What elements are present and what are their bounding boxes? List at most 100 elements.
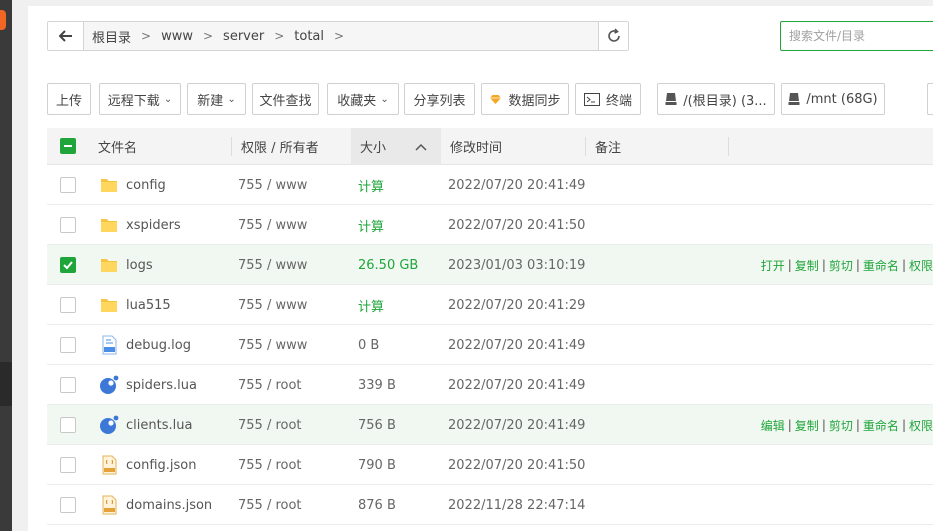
row-checkbox[interactable] (60, 337, 76, 353)
chevron-right-icon: > (334, 29, 345, 43)
upload-button[interactable]: 上传 (47, 83, 91, 115)
file-size[interactable]: 26.50 GB (358, 245, 418, 285)
sidebar-accent[interactable] (0, 10, 6, 30)
table-row[interactable]: clients.lua 755 / root 756 B 2022/07/20 20:… (47, 405, 933, 445)
row-action-link[interactable]: 权限 (909, 417, 933, 434)
file-name[interactable]: clients.lua (126, 405, 192, 445)
row-checkbox[interactable] (60, 417, 76, 433)
table-row[interactable]: debug.log 755 / www 0 B 2022/07/20 20:41:49 (47, 325, 933, 365)
file-size[interactable]: 计算 (358, 205, 384, 245)
row-checkbox[interactable] (60, 457, 76, 473)
crumb-total[interactable]: total (294, 29, 324, 44)
remote-download-button[interactable]: 远程下载 ⌄ (99, 83, 181, 115)
file-perm[interactable]: 755 / root (238, 485, 302, 525)
action-separator: | (901, 418, 906, 432)
table-row[interactable]: logs 755 / www 26.50 GB 2023/01/03 03:10:19… (47, 245, 933, 285)
action-separator: | (901, 258, 906, 272)
favorites-button[interactable]: 收藏夹 ⌄ (327, 83, 399, 115)
back-button[interactable] (48, 22, 84, 50)
row-action-link[interactable]: 剪切 (829, 417, 853, 434)
row-checkbox[interactable] (60, 217, 76, 233)
row-checkbox[interactable] (60, 377, 76, 393)
file-perm[interactable]: 755 / www (238, 245, 307, 285)
file-perm[interactable]: 755 / www (238, 165, 307, 205)
json-icon (99, 455, 119, 475)
action-separator: | (787, 258, 792, 272)
row-actions: 打开 | 复制 | 剪切 | 重命名 | 权限 (761, 245, 933, 285)
row-checkbox[interactable] (60, 297, 76, 313)
search-input[interactable] (780, 21, 933, 51)
action-separator: | (855, 418, 860, 432)
disk-icon (665, 93, 677, 105)
refresh-button[interactable] (598, 22, 628, 50)
file-name[interactable]: spiders.lua (126, 365, 197, 405)
terminal-button[interactable]: 终端 (575, 83, 641, 115)
disk-root-label: /(根目录) (3... (683, 93, 767, 109)
file-perm[interactable]: 755 / root (238, 365, 302, 405)
row-checkbox[interactable] (60, 177, 76, 193)
row-checkbox[interactable] (60, 497, 76, 513)
new-button[interactable]: 新建 ⌄ (187, 83, 246, 115)
table-row[interactable]: domains.json 755 / root 876 B 2022/11/28 22… (47, 485, 933, 525)
file-perm[interactable]: 755 / root (238, 445, 302, 485)
col-name[interactable]: 文件名 (98, 128, 137, 165)
select-all-checkbox[interactable] (60, 138, 76, 154)
file-name[interactable]: debug.log (126, 325, 191, 365)
share-list-button[interactable]: 分享列表 (404, 83, 475, 115)
file-size[interactable]: 计算 (358, 285, 384, 325)
col-divider (728, 137, 729, 156)
folder-icon (99, 255, 119, 275)
sidebar-active-item[interactable] (0, 362, 12, 406)
file-mtime: 2023/01/03 03:10:19 (448, 257, 586, 273)
col-perm[interactable]: 权限 / 所有者 (241, 128, 319, 165)
col-note[interactable]: 备注 (595, 128, 621, 165)
table-header: 文件名 权限 / 所有者 大小 修改时间 备注 (47, 128, 933, 165)
file-name[interactable]: logs (126, 245, 153, 285)
col-mtime[interactable]: 修改时间 (450, 128, 502, 165)
data-sync-button[interactable]: 数据同步 (481, 83, 569, 115)
file-name[interactable]: config.json (126, 445, 197, 485)
chevron-right-icon: > (141, 29, 152, 43)
row-action-link[interactable]: 编辑 (761, 417, 785, 434)
table-row[interactable]: xspiders 755 / www 计算 2022/07/20 20:41:50 (47, 205, 933, 245)
chevron-down-icon: ⌄ (380, 93, 389, 105)
file-name[interactable]: lua515 (126, 285, 171, 325)
row-action-link[interactable]: 复制 (795, 417, 819, 434)
disk-root-button[interactable]: /(根目录) (3... (657, 83, 775, 115)
file-perm[interactable]: 755 / www (238, 205, 307, 245)
chevron-down-icon: ⌄ (227, 93, 236, 105)
diamond-icon (489, 94, 502, 105)
file-perm[interactable]: 755 / www (238, 285, 307, 325)
crumb-www[interactable]: www (161, 29, 193, 44)
table-row[interactable]: spiders.lua 755 / root 339 B 2022/07/20 20:… (47, 365, 933, 405)
file-name[interactable]: config (126, 165, 166, 205)
file-size[interactable]: 计算 (358, 165, 384, 205)
row-action-link[interactable]: 权限 (909, 257, 933, 274)
file-search-button[interactable]: 文件查找 (252, 83, 319, 115)
row-checkbox[interactable] (60, 257, 76, 273)
file-perm[interactable]: 755 / root (238, 405, 302, 445)
crumb-server[interactable]: server (223, 29, 264, 44)
file-name[interactable]: domains.json (126, 485, 212, 525)
sort-asc-icon[interactable] (415, 128, 427, 165)
arrow-left-icon (58, 30, 72, 42)
lua-icon (99, 375, 119, 395)
col-divider (231, 137, 232, 156)
file-name[interactable]: xspiders (126, 205, 181, 245)
row-actions: 编辑 | 复制 | 剪切 | 重命名 | 权限 (761, 405, 933, 445)
file-size: 339 B (358, 377, 396, 393)
row-action-link[interactable]: 剪切 (829, 257, 853, 274)
row-action-link[interactable]: 打开 (761, 257, 785, 274)
folder-icon (99, 215, 119, 235)
disk-mnt-button[interactable]: /mnt (68G) (781, 83, 885, 115)
crumb-root[interactable]: 根目录 (92, 27, 131, 46)
more-button[interactable] (927, 83, 933, 115)
row-action-link[interactable]: 重命名 (863, 417, 899, 434)
col-size[interactable]: 大小 (360, 128, 386, 165)
file-perm[interactable]: 755 / www (238, 325, 307, 365)
table-row[interactable]: config 755 / www 计算 2022/07/20 20:41:49 (47, 165, 933, 205)
table-row[interactable]: lua515 755 / www 计算 2022/07/20 20:41:29 (47, 285, 933, 325)
row-action-link[interactable]: 复制 (795, 257, 819, 274)
row-action-link[interactable]: 重命名 (863, 257, 899, 274)
table-row[interactable]: config.json 755 / root 790 B 2022/07/20 20:… (47, 445, 933, 485)
